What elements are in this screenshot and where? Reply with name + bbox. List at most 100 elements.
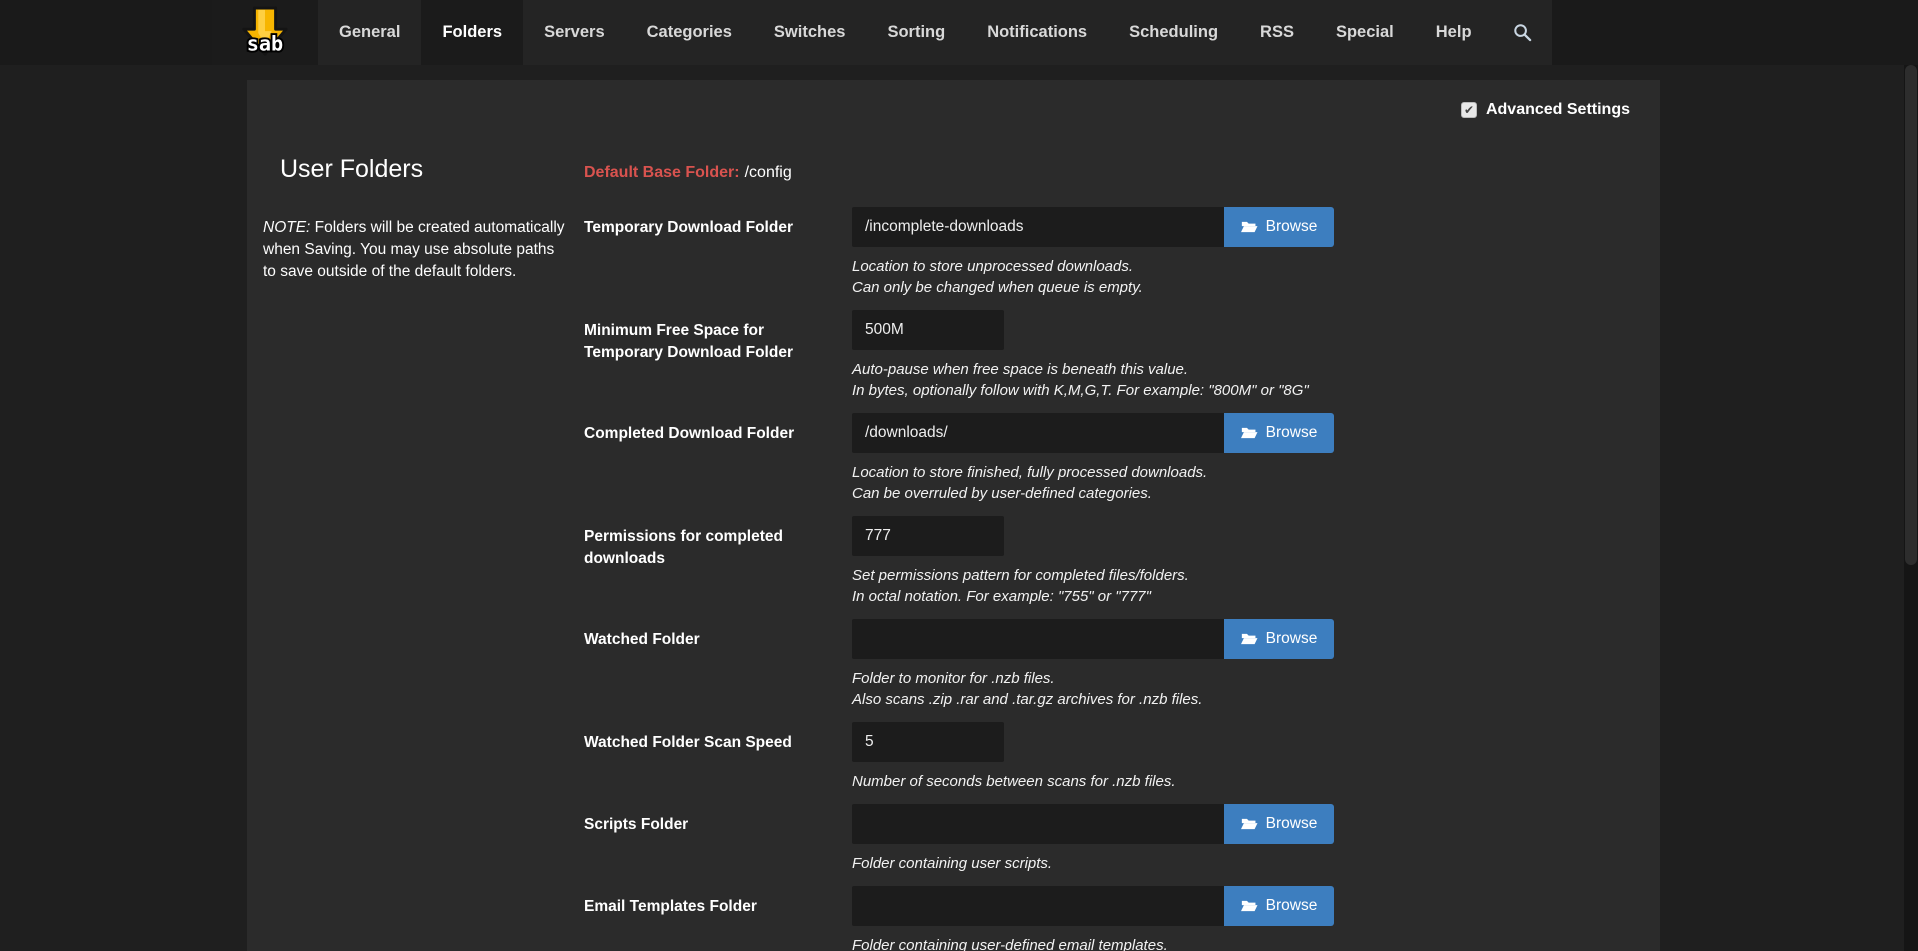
browse-button[interactable]: Browse bbox=[1224, 804, 1334, 844]
folder-input[interactable] bbox=[852, 310, 1004, 350]
input-group: Browse bbox=[852, 619, 1334, 659]
help-text: Can be overruled by user-defined categor… bbox=[852, 483, 1334, 504]
field-area: Browse Folder containing user scripts. bbox=[852, 804, 1334, 874]
search-button[interactable] bbox=[1493, 0, 1552, 65]
field-label: Temporary Download Folder bbox=[584, 207, 852, 298]
browse-button-label: Browse bbox=[1266, 897, 1318, 915]
nav-item-scheduling[interactable]: Scheduling bbox=[1108, 0, 1239, 65]
browse-button-label: Browse bbox=[1266, 424, 1318, 442]
form-row: Permissions for completed downloads Set … bbox=[584, 516, 1660, 607]
default-base-folder-line: Default Base Folder: /config bbox=[584, 164, 1660, 182]
input-group: Browse bbox=[852, 886, 1334, 926]
navbar-left-filler bbox=[0, 0, 212, 65]
field-help: Folder to monitor for .nzb files.Also sc… bbox=[852, 668, 1334, 710]
form-row: Temporary Download Folder Browse Locatio… bbox=[584, 207, 1660, 298]
browse-button-label: Browse bbox=[1266, 815, 1318, 833]
folder-open-icon bbox=[1241, 632, 1258, 646]
field-label: Minimum Free Space for Temporary Downloa… bbox=[584, 310, 852, 401]
field-label: Watched Folder Scan Speed bbox=[584, 722, 852, 792]
form-row: Email Templates Folder Browse Folder con… bbox=[584, 886, 1660, 951]
browse-button-label: Browse bbox=[1266, 630, 1318, 648]
folder-open-icon bbox=[1241, 899, 1258, 913]
input-group: Browse bbox=[852, 804, 1334, 844]
nav-item-folders[interactable]: Folders bbox=[421, 0, 523, 65]
nav-item-general[interactable]: General bbox=[318, 0, 421, 65]
help-text: Folder containing user-defined email tem… bbox=[852, 935, 1334, 951]
field-label: Scripts Folder bbox=[584, 804, 852, 874]
folders-form: Default Base Folder: /config Temporary Do… bbox=[584, 155, 1660, 951]
field-area: Set permissions pattern for completed fi… bbox=[852, 516, 1189, 607]
advanced-settings-label: Advanced Settings bbox=[1486, 101, 1630, 119]
field-help: Location to store unprocessed downloads.… bbox=[852, 256, 1334, 298]
input-group bbox=[852, 722, 1176, 762]
folder-input[interactable] bbox=[852, 207, 1224, 247]
field-help: Folder containing user scripts. bbox=[852, 853, 1334, 874]
form-row: Watched Folder Browse Folder to monitor … bbox=[584, 619, 1660, 710]
form-row: Completed Download Folder Browse Locatio… bbox=[584, 413, 1660, 504]
nav-menu: GeneralFoldersServersCategoriesSwitchesS… bbox=[318, 0, 1493, 65]
help-text: In octal notation. For example: "755" or… bbox=[852, 586, 1189, 607]
advanced-settings-checkbox[interactable]: ✔ bbox=[1461, 102, 1477, 118]
browse-button[interactable]: Browse bbox=[1224, 886, 1334, 926]
top-navbar: sab GeneralFoldersServersCategoriesSwitc… bbox=[0, 0, 1918, 65]
nav-item-special[interactable]: Special bbox=[1315, 0, 1415, 65]
search-icon bbox=[1513, 23, 1532, 42]
browse-button-label: Browse bbox=[1266, 218, 1318, 236]
field-label: Permissions for completed downloads bbox=[584, 516, 852, 607]
field-area: Number of seconds between scans for .nzb… bbox=[852, 722, 1176, 792]
help-text: Number of seconds between scans for .nzb… bbox=[852, 771, 1176, 792]
browse-button[interactable]: Browse bbox=[1224, 619, 1334, 659]
field-area: Auto-pause when free space is beneath th… bbox=[852, 310, 1309, 401]
folder-input[interactable] bbox=[852, 886, 1224, 926]
field-label: Completed Download Folder bbox=[584, 413, 852, 504]
sabnzbd-logo[interactable]: sab bbox=[212, 0, 318, 65]
form-rows: Temporary Download Folder Browse Locatio… bbox=[584, 207, 1660, 951]
help-text: Location to store finished, fully proces… bbox=[852, 462, 1334, 483]
scrollbar[interactable] bbox=[1904, 65, 1918, 951]
help-text: Folder containing user scripts. bbox=[852, 853, 1334, 874]
section-intro: User Folders NOTE: Folders will be creat… bbox=[247, 155, 584, 951]
browse-button[interactable]: Browse bbox=[1224, 207, 1334, 247]
field-help: Auto-pause when free space is beneath th… bbox=[852, 359, 1309, 401]
nav-item-sorting[interactable]: Sorting bbox=[866, 0, 966, 65]
nav-item-rss[interactable]: RSS bbox=[1239, 0, 1315, 65]
field-area: Browse Location to store unprocessed dow… bbox=[852, 207, 1334, 298]
folder-input[interactable] bbox=[852, 516, 1004, 556]
folder-open-icon bbox=[1241, 426, 1258, 440]
help-text: Can only be changed when queue is empty. bbox=[852, 277, 1334, 298]
field-help: Location to store finished, fully proces… bbox=[852, 462, 1334, 504]
nav-item-categories[interactable]: Categories bbox=[626, 0, 753, 65]
sab-arrow-icon: sab bbox=[240, 6, 290, 60]
folder-input[interactable] bbox=[852, 413, 1224, 453]
field-help: Folder containing user-defined email tem… bbox=[852, 935, 1334, 951]
field-help: Set permissions pattern for completed fi… bbox=[852, 565, 1189, 607]
note-prefix: NOTE: bbox=[263, 219, 310, 236]
help-text: Set permissions pattern for completed fi… bbox=[852, 565, 1189, 586]
folder-input[interactable] bbox=[852, 619, 1224, 659]
browse-button[interactable]: Browse bbox=[1224, 413, 1334, 453]
input-group: Browse bbox=[852, 207, 1334, 247]
nav-item-switches[interactable]: Switches bbox=[753, 0, 867, 65]
nav-item-notifications[interactable]: Notifications bbox=[966, 0, 1108, 65]
help-text: In bytes, optionally follow with K,M,G,T… bbox=[852, 380, 1309, 401]
input-group bbox=[852, 516, 1189, 556]
field-area: Browse Folder containing user-defined em… bbox=[852, 886, 1334, 951]
help-text: Location to store unprocessed downloads. bbox=[852, 256, 1334, 277]
content-columns: User Folders NOTE: Folders will be creat… bbox=[247, 155, 1660, 951]
nav-item-help[interactable]: Help bbox=[1415, 0, 1493, 65]
advanced-settings-row: ✔ Advanced Settings bbox=[247, 80, 1660, 119]
help-text: Also scans .zip .rar and .tar.gz archive… bbox=[852, 689, 1334, 710]
folder-input[interactable] bbox=[852, 804, 1224, 844]
scrollbar-thumb[interactable] bbox=[1905, 65, 1917, 565]
default-base-folder-label: Default Base Folder: bbox=[584, 164, 740, 181]
input-group: Browse bbox=[852, 413, 1334, 453]
field-label: Email Templates Folder bbox=[584, 886, 852, 951]
navbar-right-filler bbox=[1552, 0, 1918, 65]
nav-item-servers[interactable]: Servers bbox=[523, 0, 626, 65]
folder-open-icon bbox=[1241, 817, 1258, 831]
field-area: Browse Location to store finished, fully… bbox=[852, 413, 1334, 504]
folder-input[interactable] bbox=[852, 722, 1004, 762]
help-text: Auto-pause when free space is beneath th… bbox=[852, 359, 1309, 380]
default-base-folder-value: /config bbox=[745, 164, 792, 181]
field-area: Browse Folder to monitor for .nzb files.… bbox=[852, 619, 1334, 710]
